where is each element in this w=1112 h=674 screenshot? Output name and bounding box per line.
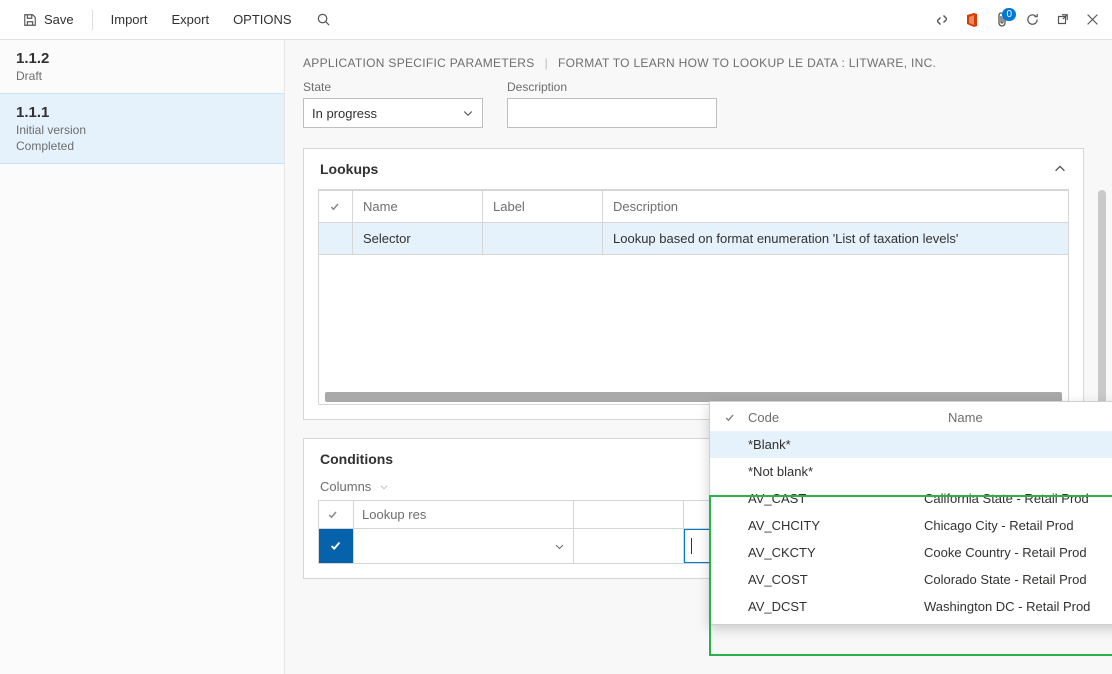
dd-name <box>924 464 1112 479</box>
sidebar-line1: Initial version <box>16 123 268 137</box>
row-name: Selector <box>353 223 483 255</box>
dd-item[interactable]: AV_DCST Washington DC - Retail Prod <box>710 593 1112 620</box>
conditions-title: Conditions <box>320 451 393 467</box>
state-label: State <box>303 80 483 94</box>
breadcrumb-sep: | <box>545 56 548 70</box>
dd-code: AV_CHCITY <box>724 518 924 533</box>
col-label[interactable]: Label <box>483 191 603 223</box>
col-blank1[interactable] <box>574 501 684 529</box>
dd-item[interactable]: AV_COST Colorado State - Retail Prod <box>710 566 1112 593</box>
chevron-down-icon <box>379 482 389 492</box>
save-icon <box>22 12 38 28</box>
lookups-header[interactable]: Lookups <box>304 149 1083 189</box>
check-column-header[interactable] <box>319 501 354 529</box>
dd-name: Cooke Country - Retail Prod <box>924 545 1112 560</box>
import-label: Import <box>111 12 148 27</box>
dd-code: AV_DCST <box>724 599 924 614</box>
dd-code: *Not blank* <box>724 464 924 479</box>
check-column-header[interactable] <box>319 191 353 223</box>
chevron-down-icon <box>462 107 474 119</box>
lookup-row[interactable]: Selector Lookup based on format enumerat… <box>319 223 1069 255</box>
dd-col-code[interactable]: Code <box>748 410 948 425</box>
row-check-selected[interactable] <box>319 529 353 563</box>
export-label: Export <box>171 12 209 27</box>
state-select[interactable]: In progress <box>303 98 483 128</box>
options-button[interactable]: OPTIONS <box>223 6 302 33</box>
refresh-icon[interactable] <box>1024 12 1040 28</box>
col-description[interactable]: Description <box>603 191 1069 223</box>
breadcrumb-part2: FORMAT TO LEARN HOW TO LOOKUP LE DATA : … <box>558 56 936 70</box>
lookups-panel: Lookups Name Label Description <box>303 148 1084 420</box>
row-label <box>483 223 603 255</box>
dd-item-blank[interactable]: *Blank* <box>710 431 1112 458</box>
badge-count: 0 <box>1002 8 1016 21</box>
toolbar: Save Import Export OPTIONS 0 <box>0 0 1112 40</box>
col-lookup[interactable]: Lookup res <box>354 501 574 529</box>
code-dropdown-popup: Code Name *Blank* *Not blank* AV_CAST Ca… <box>709 401 1112 625</box>
dd-code: AV_CAST <box>724 491 924 506</box>
columns-button[interactable]: Columns <box>320 479 371 494</box>
col-name[interactable]: Name <box>353 191 483 223</box>
chevron-up-icon <box>1053 162 1067 176</box>
sidebar-line2: Completed <box>16 139 268 153</box>
sidebar-item-1[interactable]: 1.1.1 Initial version Completed <box>0 93 284 164</box>
options-label: OPTIONS <box>233 12 292 27</box>
save-label: Save <box>44 12 74 27</box>
attach-icon[interactable]: 0 <box>994 12 1010 28</box>
dd-item-notblank[interactable]: *Not blank* <box>710 458 1112 485</box>
dd-name: Colorado State - Retail Prod <box>924 572 1112 587</box>
lookup-result-dropdown[interactable] <box>354 529 573 563</box>
breadcrumb-part1: APPLICATION SPECIFIC PARAMETERS <box>303 56 535 70</box>
dd-item[interactable]: AV_CKCTY Cooke Country - Retail Prod <box>710 539 1112 566</box>
description-input[interactable] <box>507 98 717 128</box>
close-icon[interactable] <box>1084 12 1100 28</box>
lookups-title: Lookups <box>320 161 378 177</box>
export-button[interactable]: Export <box>161 6 219 33</box>
sidebar-version: 1.1.2 <box>16 50 268 67</box>
search-button[interactable] <box>306 6 342 34</box>
dd-code: *Blank* <box>724 437 924 452</box>
dd-name: Chicago City - Retail Prod <box>924 518 1112 533</box>
dd-item[interactable]: AV_CHCITY Chicago City - Retail Prod <box>710 512 1112 539</box>
import-button[interactable]: Import <box>101 6 158 33</box>
dropdown-header: Code Name <box>710 402 1112 431</box>
header-fields: State In progress Description <box>303 80 1084 128</box>
toolbar-right: 0 <box>934 12 1100 28</box>
link-icon[interactable] <box>934 12 950 28</box>
sidebar-item-0[interactable]: 1.1.2 Draft <box>0 40 284 93</box>
search-icon <box>316 12 332 28</box>
dd-col-name[interactable]: Name <box>948 410 1112 425</box>
dd-code: AV_COST <box>724 572 924 587</box>
content: APPLICATION SPECIFIC PARAMETERS | FORMAT… <box>285 40 1112 674</box>
state-value: In progress <box>312 106 377 121</box>
lookups-grid-body <box>318 255 1069 405</box>
dd-name <box>924 437 1112 452</box>
sidebar-version: 1.1.1 <box>16 104 268 121</box>
cell-dropdown[interactable] <box>574 529 683 563</box>
row-description: Lookup based on format enumeration 'List… <box>603 223 1069 255</box>
lookups-grid: Name Label Description Selector Lookup b… <box>318 189 1069 405</box>
state-field: State In progress <box>303 80 483 128</box>
description-field: Description <box>507 80 717 128</box>
popout-icon[interactable] <box>1054 12 1070 28</box>
separator <box>92 10 93 30</box>
sidebar-line1: Draft <box>16 69 268 83</box>
dd-name: California State - Retail Prod <box>924 491 1112 506</box>
main: 1.1.2 Draft 1.1.1 Initial version Comple… <box>0 40 1112 674</box>
description-label: Description <box>507 80 717 94</box>
save-button[interactable]: Save <box>12 6 84 34</box>
dd-item[interactable]: AV_CAST California State - Retail Prod <box>710 485 1112 512</box>
dd-name: Washington DC - Retail Prod <box>924 599 1112 614</box>
office-icon[interactable] <box>964 12 980 28</box>
toolbar-left: Save Import Export OPTIONS <box>12 6 342 34</box>
check-icon <box>724 410 748 425</box>
breadcrumb: APPLICATION SPECIFIC PARAMETERS | FORMAT… <box>303 56 1084 70</box>
row-check[interactable] <box>319 223 353 255</box>
dd-code: AV_CKCTY <box>724 545 924 560</box>
sidebar: 1.1.2 Draft 1.1.1 Initial version Comple… <box>0 40 285 674</box>
